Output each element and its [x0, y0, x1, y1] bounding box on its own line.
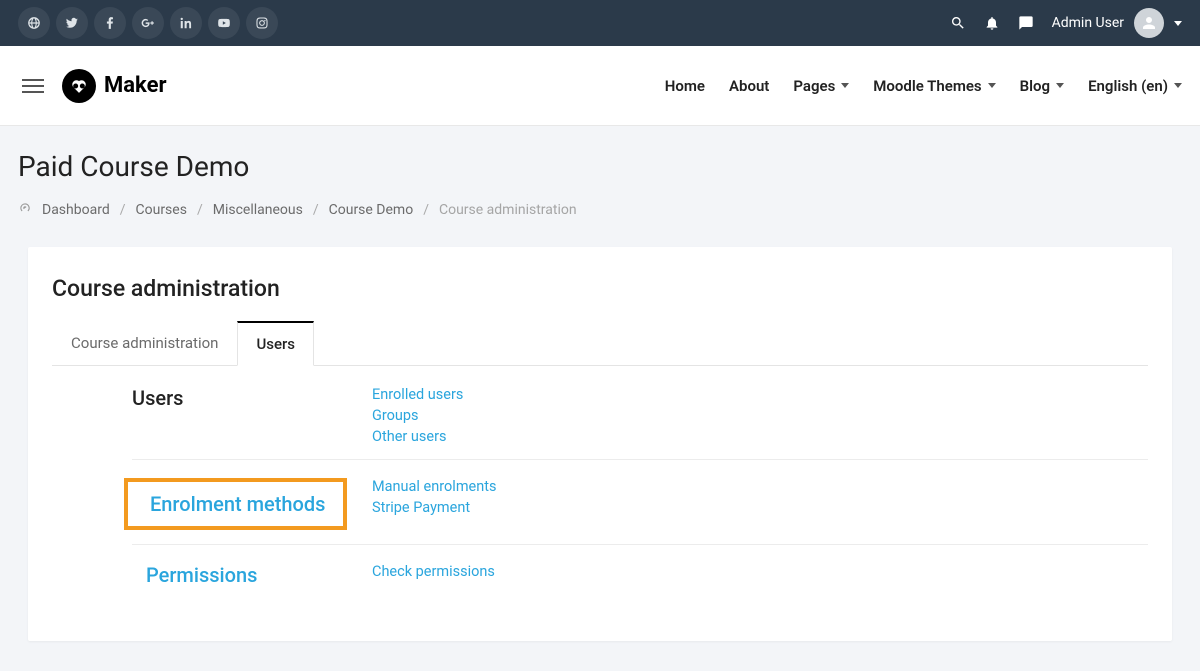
sections: Users Enrolled users Groups Other users … [52, 386, 1148, 601]
nav-lang[interactable]: English (en) [1088, 77, 1182, 95]
youtube-icon[interactable] [208, 7, 240, 39]
section-enrolment: Enrolment methods Manual enrolments Stri… [132, 459, 1148, 544]
avatar [1134, 8, 1164, 38]
main-nav: Maker Home About Pages Moodle Themes Blo… [0, 46, 1200, 126]
section-label-users: Users [132, 386, 372, 410]
breadcrumb-current: Course administration [439, 202, 577, 218]
section-permissions: Permissions Check permissions [132, 544, 1148, 601]
breadcrumb-course-demo[interactable]: Course Demo [329, 202, 414, 218]
nav-themes[interactable]: Moodle Themes [873, 77, 995, 95]
nav-home[interactable]: Home [665, 77, 705, 95]
link-other-users[interactable]: Other users [372, 428, 463, 445]
breadcrumb: Dashboard / Courses / Miscellaneous / Co… [18, 201, 1182, 219]
tabs: Course administration Users [52, 320, 1148, 366]
nav-about[interactable]: About [729, 77, 769, 95]
search-icon[interactable] [950, 15, 966, 31]
section-links-permissions: Check permissions [372, 563, 495, 587]
social-icons [18, 7, 278, 39]
link-manual-enrolments[interactable]: Manual enrolments [372, 478, 496, 495]
instagram-icon[interactable] [246, 7, 278, 39]
breadcrumb-misc[interactable]: Miscellaneous [213, 202, 303, 218]
user-name: Admin User [1052, 15, 1124, 31]
admin-card: Course administration Course administrat… [28, 247, 1172, 641]
breadcrumb-sep: / [313, 202, 319, 218]
tab-course-admin[interactable]: Course administration [52, 321, 237, 366]
chevron-down-icon [1056, 83, 1064, 88]
hamburger-icon[interactable] [18, 71, 48, 101]
tab-users[interactable]: Users [237, 321, 314, 366]
link-permissions[interactable]: Permissions [132, 563, 372, 587]
top-bar: Admin User [0, 0, 1200, 46]
card-title: Course administration [52, 275, 1148, 302]
page-title: Paid Course Demo [18, 150, 1182, 183]
logo-icon [62, 69, 96, 103]
chat-icon[interactable] [1018, 15, 1034, 31]
bell-icon[interactable] [984, 15, 1000, 31]
chevron-down-icon [1174, 21, 1182, 26]
section-users: Users Enrolled users Groups Other users [52, 386, 1148, 459]
nav-right: Home About Pages Moodle Themes Blog Engl… [665, 77, 1182, 95]
googleplus-icon[interactable] [132, 7, 164, 39]
section-links-users: Enrolled users Groups Other users [372, 386, 463, 445]
page-content: Paid Course Demo Dashboard / Courses / M… [0, 126, 1200, 665]
link-enrolled-users[interactable]: Enrolled users [372, 386, 463, 403]
nav-pages[interactable]: Pages [793, 77, 849, 95]
twitter-icon[interactable] [56, 7, 88, 39]
chevron-down-icon [988, 83, 996, 88]
breadcrumb-sep: / [197, 202, 203, 218]
link-stripe-payment[interactable]: Stripe Payment [372, 499, 496, 516]
breadcrumb-dashboard[interactable]: Dashboard [42, 202, 110, 218]
topbar-right: Admin User [950, 8, 1182, 38]
chevron-down-icon [1174, 83, 1182, 88]
user-menu[interactable]: Admin User [1052, 8, 1182, 38]
breadcrumb-sep: / [423, 202, 429, 218]
chevron-down-icon [841, 83, 849, 88]
globe-icon[interactable] [18, 7, 50, 39]
highlight-enrolment: Enrolment methods [124, 478, 347, 530]
facebook-icon[interactable] [94, 7, 126, 39]
breadcrumb-courses[interactable]: Courses [136, 202, 187, 218]
logo-text: Maker [104, 73, 167, 98]
section-links-enrolment: Manual enrolments Stripe Payment [372, 478, 496, 530]
logo[interactable]: Maker [62, 69, 167, 103]
dashboard-icon [18, 201, 32, 219]
breadcrumb-sep: / [120, 202, 126, 218]
link-check-permissions[interactable]: Check permissions [372, 563, 495, 580]
nav-left: Maker [18, 69, 167, 103]
link-enrolment-methods[interactable]: Enrolment methods [150, 492, 325, 516]
linkedin-icon[interactable] [170, 7, 202, 39]
nav-blog[interactable]: Blog [1020, 77, 1064, 95]
link-groups[interactable]: Groups [372, 407, 463, 424]
